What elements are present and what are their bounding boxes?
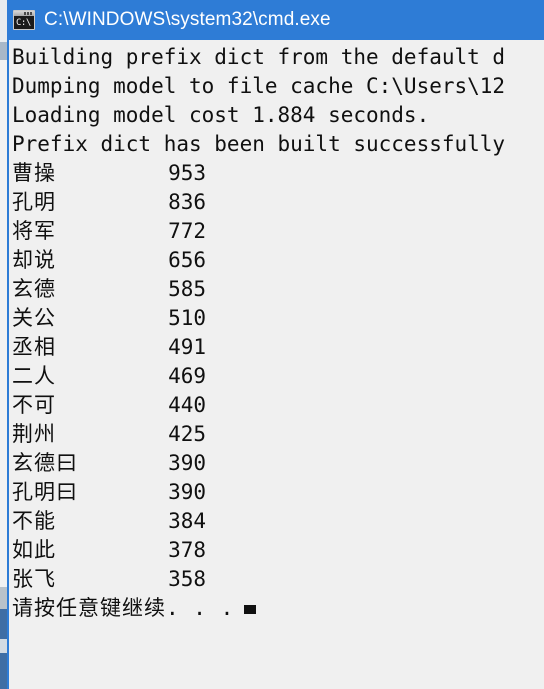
background-strip-segment (0, 0, 7, 42)
word-frequency-row: 曹操 953 (12, 159, 544, 188)
count-cell: 953 (168, 161, 206, 185)
word-cell: 孔明曰 (12, 480, 78, 504)
count-cell: 384 (168, 509, 206, 533)
background-strip-segment (0, 42, 7, 60)
background-window-strip[interactable] (0, 0, 7, 689)
word-cell: 张飞 (12, 567, 56, 591)
word-frequency-row: 不能 384 (12, 507, 544, 536)
word-frequency-row: 玄德 585 (12, 275, 544, 304)
word-cell: 孔明 (12, 190, 56, 214)
count-cell: 585 (168, 277, 206, 301)
press-any-key-text: 请按任意键继续. . . (12, 596, 235, 620)
word-cell: 不能 (12, 509, 56, 533)
background-strip-segment (0, 587, 7, 609)
cmd-console-window[interactable]: C:\ C:\WINDOWS\system32\cmd.exe Building… (7, 0, 544, 689)
count-cell: 390 (168, 451, 206, 475)
word-frequency-row: 丞相 491 (12, 333, 544, 362)
titlebar[interactable]: C:\ C:\WINDOWS\system32\cmd.exe (9, 0, 544, 40)
background-strip-segment (0, 609, 7, 639)
screen: C:\ C:\WINDOWS\system32\cmd.exe Building… (0, 0, 544, 689)
word-frequency-row: 孔明 836 (12, 188, 544, 217)
cmd-icon: C:\ (13, 10, 35, 30)
word-cell: 关公 (12, 306, 56, 330)
count-cell: 390 (168, 480, 206, 504)
word-cell: 却说 (12, 248, 56, 272)
word-frequency-row: 关公 510 (12, 304, 544, 333)
count-cell: 656 (168, 248, 206, 272)
word-frequency-row: 二人 469 (12, 362, 544, 391)
background-strip-segment (0, 60, 7, 587)
count-cell: 358 (168, 567, 206, 591)
count-cell: 378 (168, 538, 206, 562)
word-cell: 荆州 (12, 422, 56, 446)
count-cell: 469 (168, 364, 206, 388)
count-cell: 440 (168, 393, 206, 417)
log-line: Building prefix dict from the default d (12, 45, 506, 69)
word-cell: 玄德 (12, 277, 56, 301)
count-cell: 491 (168, 335, 206, 359)
console-output-area[interactable]: Building prefix dict from the default d … (9, 40, 544, 689)
background-strip-segment (0, 639, 7, 653)
word-cell: 如此 (12, 538, 56, 562)
word-frequency-row: 却说 656 (12, 246, 544, 275)
word-cell: 不可 (12, 393, 56, 417)
cmd-icon-prompt-text: C:\ (16, 18, 31, 28)
press-any-key-prompt: 请按任意键继续. . . (12, 594, 544, 623)
word-cell: 丞相 (12, 335, 56, 359)
log-line: Dumping model to file cache C:\Users\12 (12, 74, 506, 98)
count-cell: 772 (168, 219, 206, 243)
word-frequency-list: 曹操 953 孔明 836 将军 772 却说 656 玄德 585 关公 510 丞相 491 二人 469… (12, 159, 544, 594)
word-cell: 玄德曰 (12, 451, 78, 475)
word-frequency-row: 孔明曰 390 (12, 478, 544, 507)
count-cell: 425 (168, 422, 206, 446)
word-frequency-row: 如此 378 (12, 536, 544, 565)
count-cell: 836 (168, 190, 206, 214)
block-cursor (244, 605, 257, 614)
count-cell: 510 (168, 306, 206, 330)
cmd-icon-buttons (24, 12, 33, 15)
log-line: Loading model cost 1.884 seconds. (12, 103, 430, 127)
word-frequency-row: 玄德曰 390 (12, 449, 544, 478)
background-strip-segment (0, 653, 7, 689)
word-frequency-row: 将军 772 (12, 217, 544, 246)
word-frequency-row: 张飞 358 (12, 565, 544, 594)
word-frequency-row: 荆州 425 (12, 420, 544, 449)
log-line: Prefix dict has been built successfully (12, 132, 506, 156)
word-cell: 二人 (12, 364, 56, 388)
word-frequency-row: 不可 440 (12, 391, 544, 420)
word-cell: 将军 (12, 219, 56, 243)
cmd-icon-titlebar (14, 11, 34, 16)
word-cell: 曹操 (12, 161, 56, 185)
window-title: C:\WINDOWS\system32\cmd.exe (44, 9, 331, 30)
